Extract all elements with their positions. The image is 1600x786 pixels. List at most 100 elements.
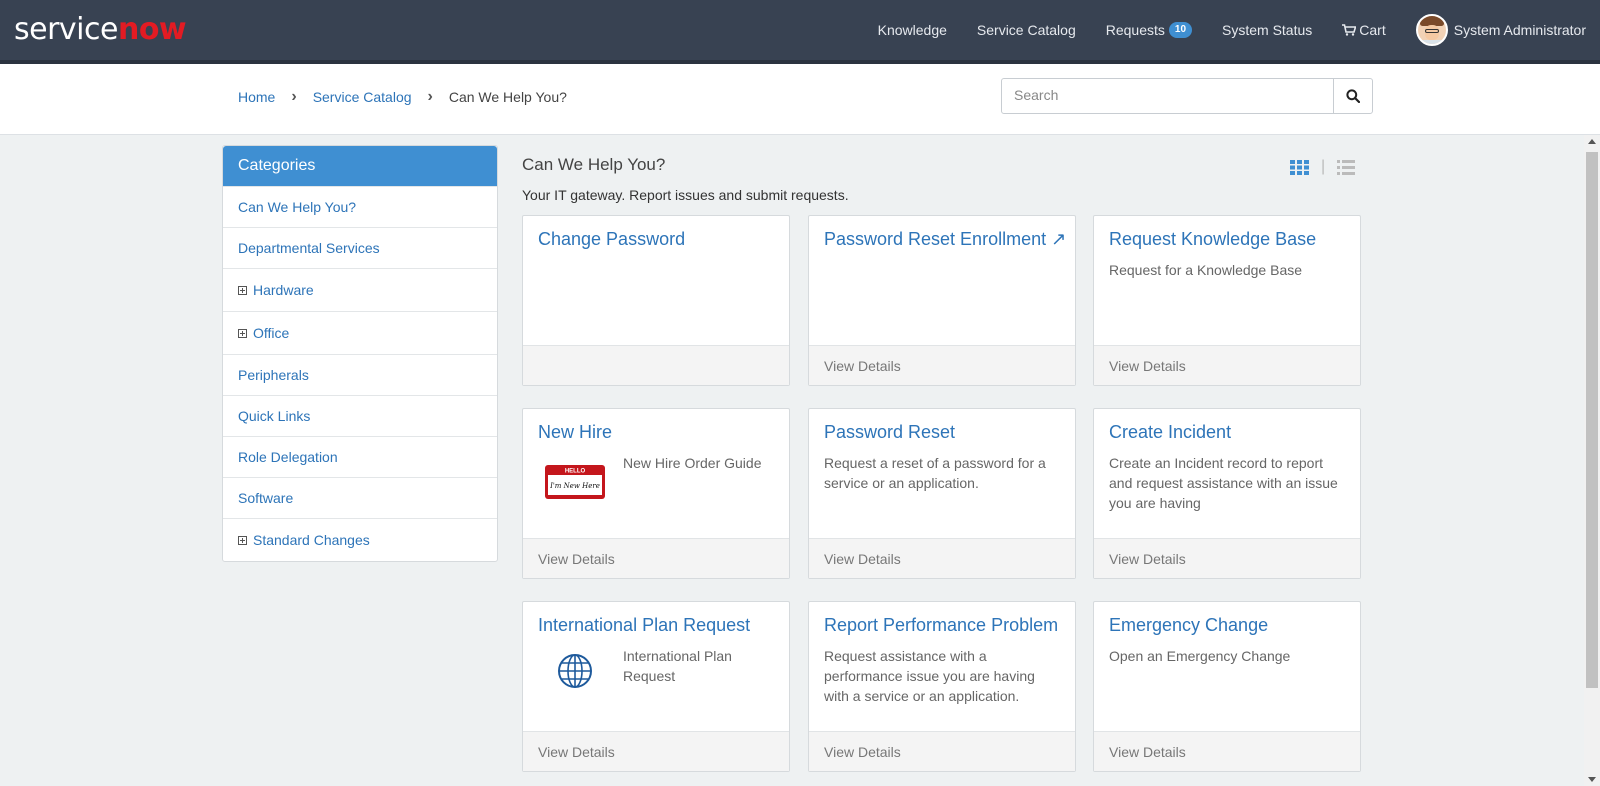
card-password-reset-enrollment[interactable]: Password Reset Enrollment ↗ View Details xyxy=(808,215,1076,386)
categories-panel: Categories Can We Help You? Departmental… xyxy=(222,145,498,562)
view-details-link[interactable]: View Details xyxy=(824,744,901,760)
card-title[interactable]: New Hire xyxy=(538,422,612,443)
breadcrumb-service-catalog[interactable]: Service Catalog xyxy=(313,89,412,105)
category-standard-changes[interactable]: Standard Changes xyxy=(223,518,497,561)
nav-knowledge[interactable]: Knowledge xyxy=(878,22,947,38)
servicenow-logo[interactable]: servicenow xyxy=(14,12,187,48)
category-departmental-services[interactable]: Departmental Services xyxy=(223,227,497,268)
grid-view-icon[interactable] xyxy=(1290,159,1309,175)
view-details-link[interactable]: View Details xyxy=(538,551,615,567)
category-peripherals[interactable]: Peripherals xyxy=(223,354,497,395)
nav-cart[interactable]: Cart xyxy=(1342,22,1386,38)
category-label: Peripherals xyxy=(238,367,309,383)
card-description: Request assistance with a performance is… xyxy=(824,648,1035,704)
card-title[interactable]: Password Reset Enrollment ↗ xyxy=(824,229,1066,250)
category-label: Quick Links xyxy=(238,408,311,424)
requests-count-badge: 10 xyxy=(1168,22,1193,38)
view-details-link[interactable]: View Details xyxy=(538,744,615,760)
category-label: Office xyxy=(253,325,290,341)
card-report-performance-problem[interactable]: Report Performance Problem Request assis… xyxy=(808,601,1076,772)
category-label: Role Delegation xyxy=(238,449,338,465)
scroll-down-arrow-icon[interactable] xyxy=(1588,777,1596,782)
view-toggle: | xyxy=(1290,158,1356,176)
card-footer: View Details xyxy=(809,345,1075,385)
card-description: Request a reset of a password for a serv… xyxy=(824,455,1046,491)
scroll-up-arrow-icon[interactable] xyxy=(1588,139,1596,144)
globe-icon xyxy=(558,654,592,688)
card-footer: View Details xyxy=(1094,538,1360,578)
plus-square-icon[interactable] xyxy=(238,535,247,545)
plus-square-icon[interactable] xyxy=(238,328,247,338)
search-box xyxy=(1001,78,1373,114)
category-label: Can We Help You? xyxy=(238,199,357,215)
card-change-password[interactable]: Change Password xyxy=(522,215,790,386)
card-footer: View Details xyxy=(523,731,789,771)
nav-cart-label: Cart xyxy=(1359,22,1386,38)
view-details-link[interactable]: View Details xyxy=(1109,551,1186,567)
search-icon xyxy=(1346,89,1360,103)
card-create-incident[interactable]: Create Incident Create an Incident recor… xyxy=(1093,408,1361,579)
nav-requests-label: Requests xyxy=(1105,22,1165,38)
card-description: Open an Emergency Change xyxy=(1109,648,1291,664)
search-button[interactable] xyxy=(1333,79,1372,113)
plus-square-icon[interactable] xyxy=(238,285,247,295)
card-title[interactable]: Create Incident xyxy=(1109,422,1231,443)
card-new-hire[interactable]: New Hire HELLO I'm New Here New Hire Ord… xyxy=(522,408,790,579)
view-details-link[interactable]: View Details xyxy=(1109,744,1186,760)
breadcrumb-current: Can We Help You? xyxy=(448,89,567,105)
card-title[interactable]: Request Knowledge Base xyxy=(1109,229,1316,250)
category-label: Hardware xyxy=(253,282,314,298)
card-footer: View Details xyxy=(809,538,1075,578)
category-label: Standard Changes xyxy=(253,532,370,548)
card-title[interactable]: Password Reset xyxy=(824,422,955,443)
nav-service-catalog[interactable]: Service Catalog xyxy=(977,22,1076,38)
breadcrumb-home[interactable]: Home xyxy=(238,89,275,105)
card-footer: View Details xyxy=(1094,731,1360,771)
logo-now: now xyxy=(117,12,187,47)
user-name: System Administrator xyxy=(1453,22,1586,38)
card-international-plan-request[interactable]: International Plan Request International… xyxy=(522,601,790,772)
category-quick-links[interactable]: Quick Links xyxy=(223,395,497,436)
card-emergency-change[interactable]: Emergency Change Open an Emergency Chang… xyxy=(1093,601,1361,772)
page-header: Home › Service Catalog › Can We Help You… xyxy=(0,64,1600,135)
scrollbar-thumb[interactable] xyxy=(1586,152,1598,688)
card-request-knowledge-base[interactable]: Request Knowledge Base Request for a Kno… xyxy=(1093,215,1361,386)
categories-header: Categories xyxy=(223,146,497,186)
nav-system-status[interactable]: System Status xyxy=(1222,22,1312,38)
avatar xyxy=(1415,14,1448,46)
search-input[interactable] xyxy=(1002,79,1333,111)
top-navbar: servicenow Knowledge Service Catalog Req… xyxy=(0,0,1600,64)
view-details-link[interactable]: View Details xyxy=(824,358,901,374)
name-tag-top-text: HELLO xyxy=(565,469,586,475)
card-title[interactable]: Report Performance Problem xyxy=(824,615,1058,636)
view-details-link[interactable]: View Details xyxy=(824,551,901,567)
card-description: Create an Incident record to report and … xyxy=(1109,455,1338,511)
category-software[interactable]: Software xyxy=(223,477,497,518)
card-description: Request for a Knowledge Base xyxy=(1109,262,1303,278)
nav-menu: Knowledge Service Catalog Requests 10 Sy… xyxy=(848,0,1586,60)
view-divider: | xyxy=(1321,158,1326,175)
card-title[interactable]: Change Password xyxy=(538,229,685,250)
category-role-delegation[interactable]: Role Delegation xyxy=(223,436,497,477)
card-description: International Plan Request xyxy=(623,648,732,684)
chevron-right-icon: › xyxy=(291,88,297,105)
view-details-link[interactable]: View Details xyxy=(1109,358,1186,374)
card-description: New Hire Order Guide xyxy=(623,455,762,471)
category-can-we-help-you[interactable]: Can We Help You? xyxy=(223,186,497,227)
card-title[interactable]: International Plan Request xyxy=(538,615,750,636)
user-menu[interactable]: System Administrator xyxy=(1415,14,1586,46)
category-office[interactable]: Office xyxy=(223,311,497,354)
nav-requests[interactable]: Requests 10 xyxy=(1105,22,1193,38)
breadcrumb: Home › Service Catalog › Can We Help You… xyxy=(238,88,567,106)
card-footer: View Details xyxy=(523,538,789,578)
page-scrollbar[interactable] xyxy=(1584,135,1600,786)
card-password-reset[interactable]: Password Reset Request a reset of a pass… xyxy=(808,408,1076,579)
category-hardware[interactable]: Hardware xyxy=(223,268,497,311)
card-title[interactable]: Emergency Change xyxy=(1109,615,1268,636)
page-title: Can We Help You? xyxy=(522,155,666,174)
name-tag-icon: HELLO I'm New Here xyxy=(545,465,605,499)
logo-service: service xyxy=(14,12,118,47)
cart-icon xyxy=(1342,24,1357,36)
category-label: Departmental Services xyxy=(238,240,380,256)
list-view-icon[interactable] xyxy=(1337,159,1356,175)
